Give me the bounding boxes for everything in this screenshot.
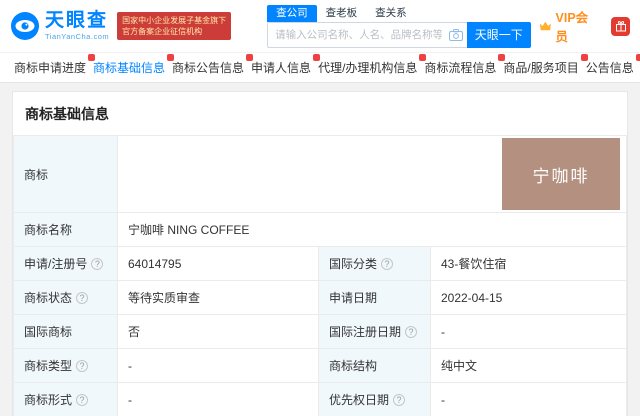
search-input[interactable] [268, 29, 449, 41]
value-name-cell: 宁咖啡 NING COFFEE [118, 213, 627, 247]
help-icon[interactable] [381, 258, 393, 270]
camera-icon[interactable] [449, 29, 463, 41]
table-row: 商标 宁咖啡 [14, 136, 627, 213]
value-intl-class: 43-餐饮住宿 [441, 257, 506, 271]
table-row: 商标名称 宁咖啡 NING COFFEE [14, 213, 627, 247]
help-icon[interactable] [91, 258, 103, 270]
nav-item-label: 商标流程信息 [424, 61, 496, 75]
value-intl-reg-date: - [441, 325, 445, 339]
nav-item-goods-services[interactable]: 商品/服务项目 [503, 59, 585, 76]
value-type: - [128, 359, 132, 373]
gift-promo-icon[interactable] [611, 17, 630, 36]
main-content: 商标基础信息 商标 宁咖啡 [0, 83, 640, 416]
nav-item-applicant-info[interactable]: 申请人信息 [251, 59, 318, 76]
nav-item-agency-info[interactable]: 代理/办理机构信息 [318, 59, 424, 76]
section-nav: 商标申请进度 商标基础信息 商标公告信息 申请人信息 代理/办理机构信息 商标流… [0, 52, 640, 83]
help-icon[interactable] [393, 394, 405, 406]
label-intl-reg-date: 国际注册日期 [329, 325, 401, 339]
label-trademark: 商标 [24, 168, 48, 182]
nav-item-label: 商标公告信息 [172, 61, 244, 75]
value-trademark-image-cell: 宁咖啡 [118, 136, 627, 213]
vip-entry[interactable]: VIP会员 [539, 7, 594, 45]
nav-item-basic-info[interactable]: 商标基础信息 [93, 59, 172, 76]
nav-item-announcement-info[interactable]: 公告信息 [586, 59, 640, 76]
value-structure: 纯中文 [441, 359, 477, 373]
label-type: 商标类型 [24, 359, 72, 373]
help-icon[interactable] [76, 292, 88, 304]
table-row: 国际商标 否 国际注册日期 - [14, 315, 627, 349]
search-box [267, 22, 467, 48]
nav-item-process-info[interactable]: 商标流程信息 [424, 59, 503, 76]
top-header: 天眼查 TianYanCha.com 国家中小企业发展子基金旗下 官方备案企业征… [0, 0, 640, 52]
nav-item-label: 公告信息 [586, 61, 634, 75]
search-button[interactable]: 天眼一下 [467, 22, 531, 48]
tianyancha-eye-icon [10, 11, 40, 41]
tab-search-boss[interactable]: 查老板 [317, 5, 367, 22]
value-reg-no: 64014795 [128, 257, 181, 271]
logo-domain: TianYanCha.com [45, 32, 109, 41]
crown-icon [539, 20, 552, 32]
value-trademark-name: 宁咖啡 NING COFFEE [128, 223, 249, 237]
nav-item-label: 申请人信息 [251, 61, 311, 75]
page: 天眼查 TianYanCha.com 国家中小企业发展子基金旗下 官方备案企业征… [0, 0, 640, 416]
label-intl-class: 国际分类 [329, 257, 377, 271]
basic-info-card: 商标基础信息 商标 宁咖啡 [12, 91, 628, 416]
help-icon[interactable] [405, 326, 417, 338]
trademark-info-table: 商标 宁咖啡 商标名称 [13, 135, 627, 416]
value-priority-date: - [441, 393, 445, 407]
label-priority-date: 优先权日期 [329, 393, 389, 407]
nav-item-label: 代理/办理机构信息 [318, 61, 417, 75]
nav-item-application-progress[interactable]: 商标申请进度 [14, 59, 93, 76]
trademark-image[interactable]: 宁咖啡 [502, 138, 620, 210]
label-trademark-name: 商标名称 [24, 223, 72, 237]
value-status: 等待实质审查 [128, 291, 200, 305]
page-title: 商标基础信息 [13, 92, 627, 135]
table-row: 申请/注册号 64014795 国际分类 43-餐饮住宿 [14, 247, 627, 281]
cert-badge-line2: 官方备案企业征信机构 [122, 26, 226, 37]
value-form: - [128, 393, 132, 407]
value-intl-trademark: 否 [128, 325, 140, 339]
tab-search-relation[interactable]: 查关系 [366, 5, 416, 22]
cert-badge: 国家中小企业发展子基金旗下 官方备案企业征信机构 [117, 12, 231, 40]
label-intl-trademark: 国际商标 [24, 325, 72, 339]
nav-item-gazette-info[interactable]: 商标公告信息 [172, 59, 251, 76]
label-form: 商标形式 [24, 393, 72, 407]
table-row: 商标状态 等待实质审查 申请日期 2022-04-15 [14, 281, 627, 315]
tab-search-company[interactable]: 查公司 [267, 5, 317, 22]
hot-badge-icon [636, 54, 640, 61]
help-icon[interactable] [76, 394, 88, 406]
logo-title: 天眼查 [45, 11, 109, 30]
vip-label: VIP会员 [556, 7, 594, 45]
label-trademark-cell: 商标 [14, 136, 118, 213]
search-area: 查公司 查老板 查关系 天眼一下 [267, 5, 531, 48]
nav-item-label: 商标基础信息 [93, 61, 165, 75]
gift-icon [615, 20, 627, 32]
nav-item-label: 商标申请进度 [14, 61, 86, 75]
label-apply-date: 申请日期 [329, 291, 377, 305]
label-structure: 商标结构 [329, 359, 377, 373]
help-icon[interactable] [76, 360, 88, 372]
cert-badge-line1: 国家中小企业发展子基金旗下 [122, 15, 226, 26]
table-row: 商标类型 - 商标结构 纯中文 [14, 349, 627, 383]
trademark-image-text: 宁咖啡 [533, 162, 590, 187]
search-tabs: 查公司 查老板 查关系 [267, 5, 531, 22]
search-row: 天眼一下 [267, 22, 531, 48]
label-status: 商标状态 [24, 291, 72, 305]
nav-item-label: 商品/服务项目 [503, 61, 578, 75]
table-row: 商标形式 - 优先权日期 - [14, 383, 627, 416]
logo[interactable]: 天眼查 TianYanCha.com [10, 11, 109, 41]
label-name-cell: 商标名称 [14, 213, 118, 247]
label-reg-no: 申请/注册号 [24, 257, 87, 271]
value-apply-date: 2022-04-15 [441, 291, 502, 305]
